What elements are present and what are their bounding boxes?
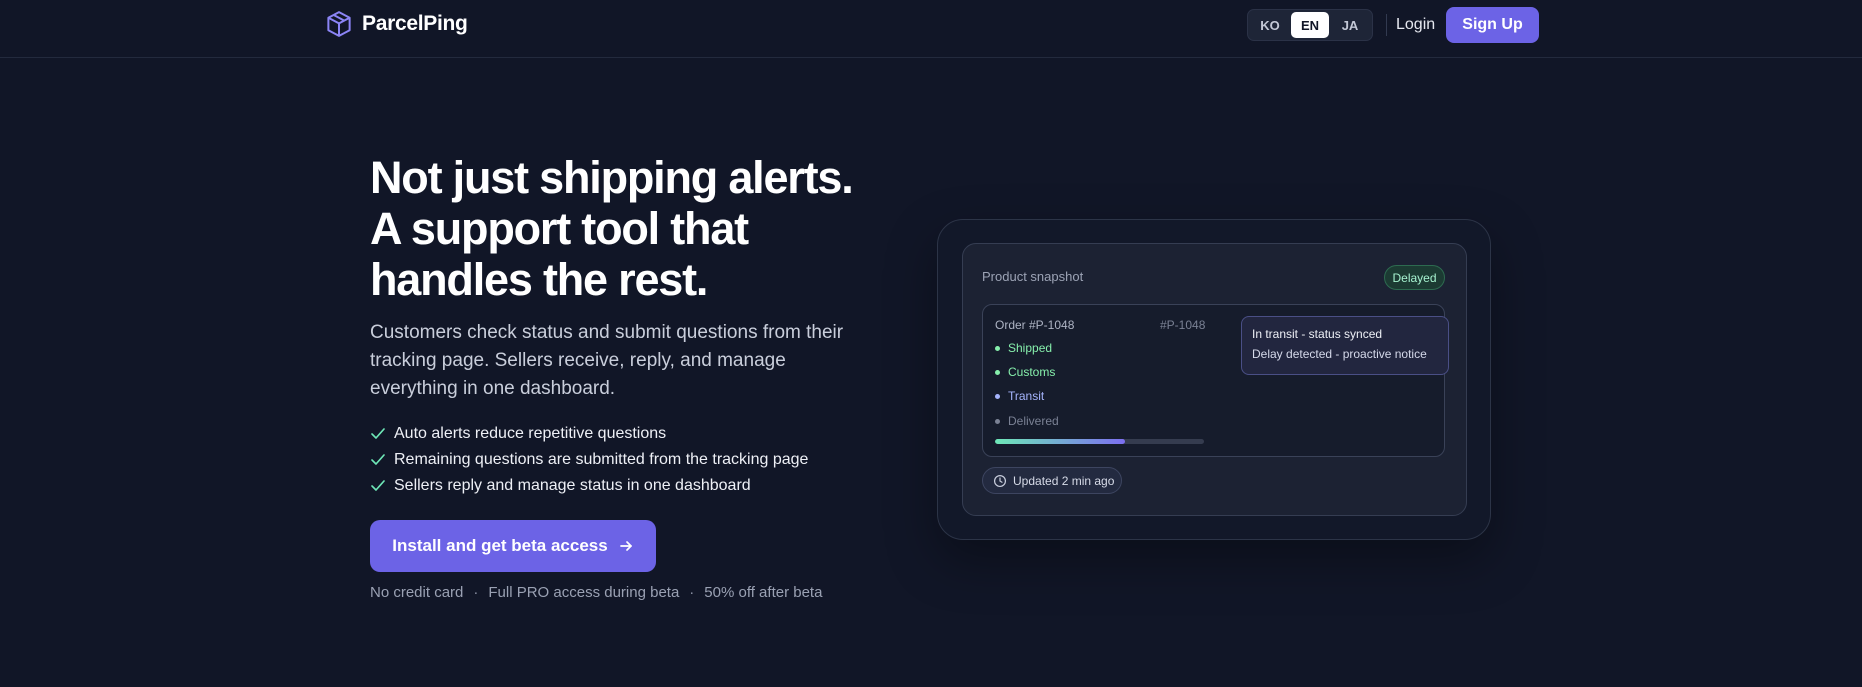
lang-en-button[interactable]: EN (1291, 12, 1329, 38)
checklist-item: Remaining questions are submitted from t… (370, 447, 808, 473)
step-dot (995, 418, 1000, 424)
hero-title: Not just shipping alerts. A support tool… (370, 152, 930, 305)
checklist-item: Sellers reply and manage status in one d… (370, 473, 808, 499)
delivery-progress-bar (995, 439, 1204, 444)
step-dot (995, 345, 1000, 351)
tooltip-line: In transit - status synced (1252, 327, 1383, 341)
language-switcher: KO EN JA (1247, 9, 1373, 41)
hero-title-line: handles the rest. (370, 254, 708, 305)
clock-icon (993, 474, 1007, 487)
step-dot (995, 369, 1000, 375)
checklist-text: Remaining questions are submitted from t… (394, 451, 809, 468)
cta-notes: No credit card · Full PRO access during … (370, 584, 822, 601)
cta-note-item: Full PRO access during beta (488, 584, 680, 601)
tracking-step: Transit (995, 389, 1044, 403)
checklist-text: Auto alerts reduce repetitive questions (394, 425, 667, 442)
login-link[interactable]: Login (1396, 12, 1435, 38)
check-icon (371, 454, 385, 465)
check-icon (371, 428, 385, 439)
step-label: Delivered (1008, 414, 1059, 428)
step-dot (995, 393, 1000, 399)
order-id: #P-1048 (1160, 318, 1206, 332)
cta-note-separator: · (473, 584, 479, 601)
cta-note-separator: · (689, 584, 695, 601)
cta-label: Install and get beta access (392, 536, 608, 555)
step-label: Customs (1008, 365, 1056, 379)
updated-badge: Updated 2 min ago (982, 467, 1122, 494)
order-title: Order #P-1048 (995, 318, 1075, 332)
signup-button[interactable]: Sign Up (1446, 7, 1539, 43)
checklist-item: Auto alerts reduce repetitive questions (370, 421, 808, 447)
install-beta-button[interactable]: Install and get beta access (370, 520, 656, 572)
updated-label: Updated 2 min ago (1013, 473, 1115, 488)
step-label: Transit (1008, 389, 1045, 403)
site-header: ParcelPing KO EN JA Login Sign Up (0, 0, 1862, 58)
snapshot-label: Product snapshot (982, 269, 1084, 284)
cta-note-item: No credit card (370, 584, 464, 601)
hero-subtitle: Customers check status and submit questi… (370, 322, 844, 399)
box-icon (327, 11, 351, 37)
cta-note-item: 50% off after beta (704, 584, 823, 601)
brand-name: ParcelPing (362, 12, 468, 35)
step-label: Shipped (1008, 341, 1053, 355)
nav-divider (1386, 14, 1387, 36)
tracking-step: Delivered (995, 414, 1059, 428)
status-tooltip: In transit - status synced Delay detecte… (1241, 316, 1449, 375)
hero-title-line: A support tool that (370, 203, 749, 254)
checklist-text: Sellers reply and manage status in one d… (394, 477, 751, 494)
tracking-step: Shipped (995, 341, 1052, 355)
hero-title-line: Not just shipping alerts. (370, 152, 854, 203)
status-badge: Delayed (1384, 265, 1445, 290)
brand-logo[interactable]: ParcelPing (324, 9, 468, 39)
check-icon (371, 480, 385, 491)
feature-checklist: Auto alerts reduce repetitive questions … (370, 421, 808, 499)
lang-ja-button[interactable]: JA (1331, 12, 1369, 38)
arrow-right-icon (619, 541, 632, 551)
tracking-step: Customs (995, 365, 1055, 379)
progress-fill (995, 439, 1125, 444)
lang-ko-button[interactable]: KO (1251, 12, 1289, 38)
tooltip-line: Delay detected - proactive notice (1252, 347, 1427, 361)
